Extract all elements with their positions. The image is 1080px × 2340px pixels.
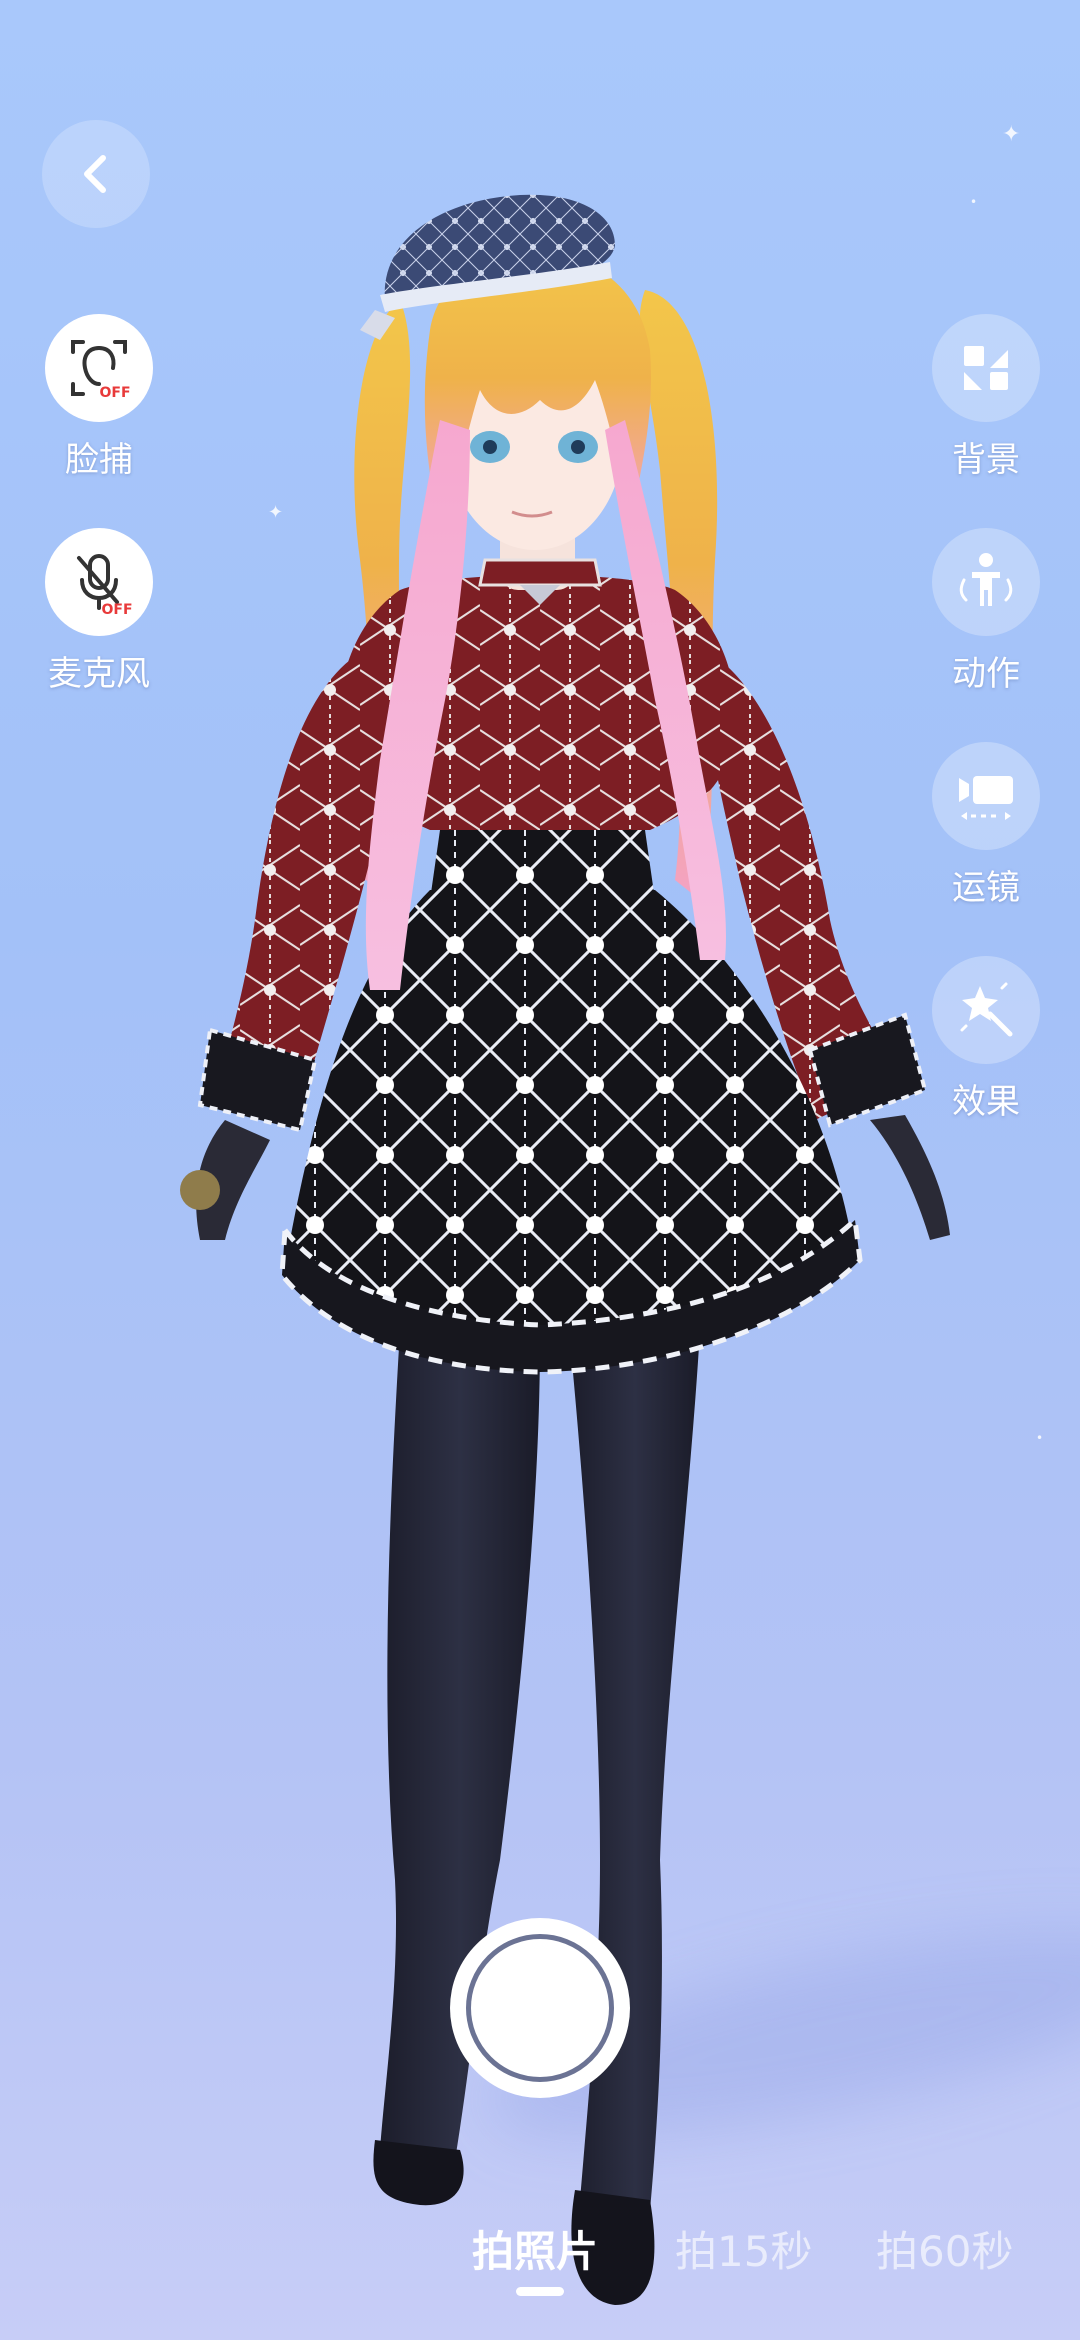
active-mode-indicator (516, 2287, 564, 2296)
effects-button[interactable]: 效果 (911, 956, 1061, 1123)
effects-circle[interactable] (932, 956, 1040, 1064)
face-capture-label: 脸捕 (65, 440, 133, 480)
shutter-button-icon (466, 1934, 614, 2082)
microphone-muted-icon: OFF (77, 554, 133, 618)
capture-mode-tabs: 拍照片 拍15秒 拍60秒 (0, 2218, 1080, 2278)
action-label: 动作 (952, 654, 1020, 694)
background-circle[interactable] (932, 314, 1040, 422)
avatar-camera-screen: ✦ ✦ • • OFF 脸捕 OFF 麦克风 背景 动作 运镜 效果 拍照片 拍… (0, 0, 1080, 2340)
microphone-label: 麦克风 (48, 654, 150, 694)
microphone-toggle[interactable]: OFF (45, 528, 153, 636)
camera-move-icon (959, 776, 1013, 820)
off-status: OFF (99, 385, 130, 401)
magic-wand-icon (960, 982, 1013, 1037)
person-action-icon (959, 553, 1013, 606)
camera-move-label: 运镜 (952, 868, 1020, 908)
background-button[interactable]: 背景 (911, 314, 1061, 481)
mode-tab-photo[interactable]: 拍照片 (472, 2218, 598, 2279)
mode-tab-15s[interactable]: 拍15秒 (675, 2218, 812, 2279)
back-button[interactable] (42, 120, 150, 228)
microphone-button[interactable]: OFF 麦克风 (24, 528, 174, 695)
off-status: OFF (101, 602, 132, 618)
face-capture-icon: OFF (71, 340, 131, 401)
effects-label: 效果 (952, 1082, 1020, 1122)
action-circle[interactable] (932, 528, 1040, 636)
background-label: 背景 (952, 440, 1020, 480)
action-button[interactable]: 动作 (911, 528, 1061, 695)
face-capture-button[interactable]: OFF 脸捕 (24, 314, 174, 481)
camera-move-button[interactable]: 运镜 (911, 742, 1061, 909)
camera-move-circle[interactable] (932, 742, 1040, 850)
mode-tab-60s[interactable]: 拍60秒 (876, 2218, 1013, 2279)
chevron-left-icon (84, 155, 106, 193)
face-capture-toggle[interactable]: OFF (45, 314, 153, 422)
background-grid-icon (964, 346, 1008, 390)
shutter-button[interactable] (450, 1918, 630, 2098)
